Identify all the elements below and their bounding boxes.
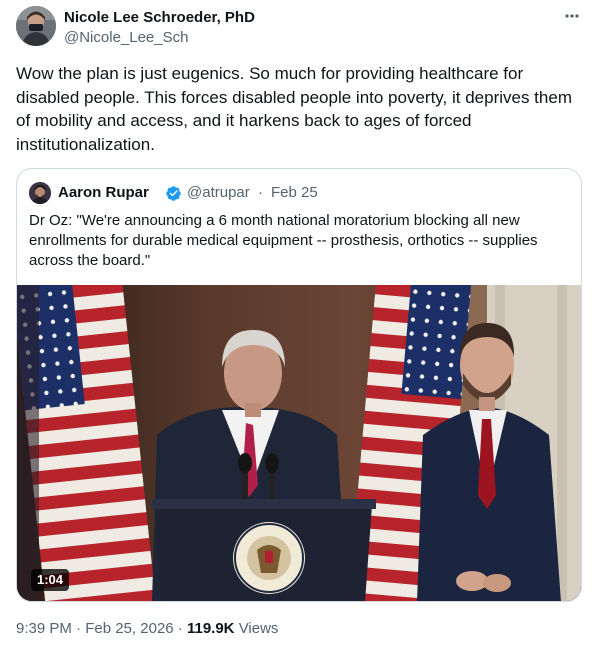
video-thumbnail	[17, 285, 581, 601]
tweet-date[interactable]: Feb 25, 2026	[85, 620, 173, 637]
tweet-metadata: 9:39 PM · Feb 25, 2026 · 119.9K Views	[16, 620, 278, 637]
quoted-tweet-card[interactable]: Aaron Rupar @atrupar · Feb 25 Dr Oz: "We…	[16, 168, 582, 602]
tweet-text: Wow the plan is just eugenics. So much f…	[16, 64, 572, 154]
quoted-author-avatar[interactable]	[29, 182, 51, 204]
quoted-author-handle[interactable]: @atrupar	[187, 184, 250, 201]
separator-dot: ·	[177, 620, 183, 637]
quoted-tweet-text: Dr Oz: "We're announcing a 6 month natio…	[29, 212, 538, 269]
separator-dot: ·	[76, 620, 82, 637]
tweet-time[interactable]: 9:39 PM	[16, 620, 72, 637]
views-count[interactable]: 119.9K	[187, 620, 235, 637]
video-player[interactable]: 1:04	[17, 285, 581, 601]
tweet-header: Nicole Lee Schroeder, PhD @Nicole_Lee_Sc…	[16, 6, 582, 48]
video-duration-badge: 1:04	[31, 569, 70, 591]
author-avatar[interactable]	[16, 6, 56, 46]
verified-badge-icon	[165, 185, 182, 202]
quoted-tweet-header: Aaron Rupar @atrupar · Feb 25	[29, 181, 569, 204]
quoted-tweet-date[interactable]: Feb 25	[271, 184, 318, 201]
author-handle[interactable]: @Nicole_Lee_Sch	[64, 29, 188, 46]
more-options-icon[interactable]	[562, 8, 582, 24]
author-name[interactable]: Nicole Lee Schroeder, PhD	[64, 9, 255, 26]
avatar-photo-icon	[16, 6, 56, 46]
quoted-author-name[interactable]: Aaron Rupar	[58, 184, 149, 201]
separator-dot: ·	[258, 184, 263, 201]
views-label: Views	[238, 620, 279, 637]
